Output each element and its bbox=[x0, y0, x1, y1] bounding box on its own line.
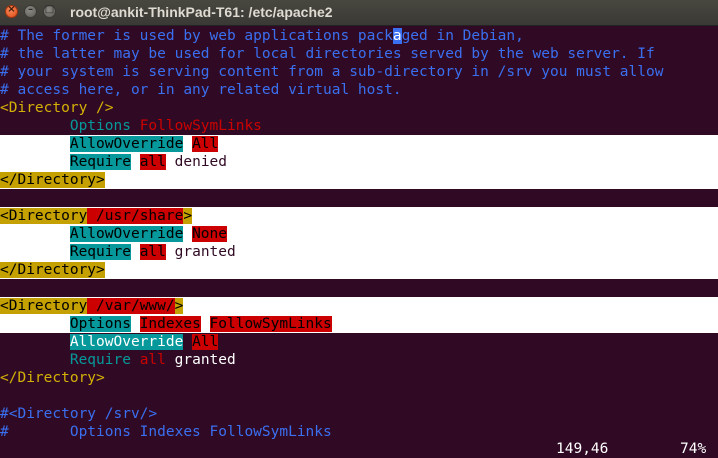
directive-value: FollowSymLinks bbox=[209, 316, 332, 332]
directive-keyword: Require bbox=[69, 154, 131, 170]
directory-open-tag-end: > bbox=[183, 208, 193, 224]
directory-open-tag: <Directory bbox=[0, 298, 88, 314]
directive-value: granted bbox=[174, 244, 236, 260]
comment-text-part: # The former is used by web applications… bbox=[0, 28, 524, 44]
code-line: <Directory /> bbox=[0, 99, 114, 117]
terminal-content[interactable]: # The former is used by web applications… bbox=[0, 27, 718, 458]
code-line: # Options Indexes FollowSymLinks bbox=[0, 423, 332, 441]
comment-text: Options Indexes FollowSymLinks bbox=[69, 424, 332, 440]
close-icon: × bbox=[7, 4, 16, 15]
directive-keyword: Options bbox=[69, 316, 131, 332]
comment-hash: # bbox=[0, 424, 9, 440]
code-line: <Directory /usr/share> bbox=[0, 207, 193, 225]
directive-value: None bbox=[192, 226, 227, 242]
code-line: AllowOverride All bbox=[0, 135, 219, 153]
directive-value: all bbox=[139, 154, 166, 170]
code-line: #<Directory /srv/> bbox=[0, 405, 157, 423]
directive-keyword: Require bbox=[69, 244, 131, 260]
directory-close-tag: </Directory> bbox=[0, 262, 105, 278]
text-cursor: a bbox=[392, 28, 402, 44]
code-line: </Directory> bbox=[0, 171, 105, 189]
terminal-window: × – □ root@ankit-ThinkPad-T61: /etc/apac… bbox=[0, 0, 718, 458]
directive-value: denied bbox=[174, 154, 228, 170]
code-line: # access here, or in any related virtual… bbox=[0, 81, 402, 99]
code-line: # your system is serving content from a … bbox=[0, 63, 663, 81]
minimize-icon: – bbox=[28, 4, 33, 15]
maximize-window-button[interactable]: □ bbox=[43, 4, 56, 18]
comment-text: # access here, or in any related virtual… bbox=[0, 82, 402, 98]
directive-value: Indexes bbox=[139, 316, 201, 332]
code-line: AllowOverride All bbox=[0, 333, 219, 351]
directory-open-tag: <Directory /> bbox=[0, 100, 114, 116]
directive-keyword: Require bbox=[69, 352, 131, 368]
code-line: Require all granted bbox=[0, 243, 236, 261]
maximize-icon: □ bbox=[44, 4, 55, 15]
comment-text: # your system is serving content from a … bbox=[0, 64, 664, 80]
code-line: Options FollowSymLinks bbox=[0, 117, 262, 135]
code-line: </Directory> bbox=[0, 261, 105, 279]
code-line: Options Indexes FollowSymLinks bbox=[0, 315, 332, 333]
directory-open-tag-end: > bbox=[174, 298, 184, 314]
directive-value: All bbox=[192, 334, 219, 350]
directive-value: All bbox=[192, 136, 219, 152]
minimize-window-button[interactable]: – bbox=[24, 4, 37, 18]
code-line: <Directory /var/www/> bbox=[0, 297, 184, 315]
title-bar: × – □ root@ankit-ThinkPad-T61: /etc/apac… bbox=[0, 0, 718, 26]
cursor-position: 149,46 bbox=[556, 441, 609, 457]
code-line: # The former is used by web applications… bbox=[0, 27, 524, 45]
directive-keyword: AllowOverride bbox=[69, 334, 184, 350]
directive-value: granted bbox=[174, 352, 236, 368]
code-line: # the latter may be used for local direc… bbox=[0, 45, 655, 63]
directive-keyword: Options bbox=[69, 118, 131, 134]
directive-keyword: AllowOverride bbox=[69, 226, 184, 242]
directive-keyword: AllowOverride bbox=[69, 136, 184, 152]
directory-path: /var/www/ bbox=[87, 298, 175, 314]
window-title: root@ankit-ThinkPad-T61: /etc/apache2 bbox=[70, 4, 333, 20]
code-line: AllowOverride None bbox=[0, 225, 227, 243]
directory-path: /usr/share bbox=[87, 208, 184, 224]
directive-value: all bbox=[139, 352, 166, 368]
comment-text: # the latter may be used for local direc… bbox=[0, 46, 655, 62]
comment-text: #<Directory /srv/> bbox=[0, 406, 158, 422]
code-line: Require all granted bbox=[0, 351, 236, 369]
code-line: Require all denied bbox=[0, 153, 227, 171]
directory-open-tag: <Directory bbox=[0, 208, 88, 224]
directory-close-tag: </Directory> bbox=[0, 370, 105, 386]
close-window-button[interactable]: × bbox=[5, 4, 18, 18]
directive-value: all bbox=[139, 244, 166, 260]
directive-value: FollowSymLinks bbox=[139, 118, 262, 134]
code-line: </Directory> bbox=[0, 369, 105, 387]
directory-close-tag: </Directory> bbox=[0, 172, 105, 188]
scroll-percent: 74% bbox=[680, 441, 707, 457]
